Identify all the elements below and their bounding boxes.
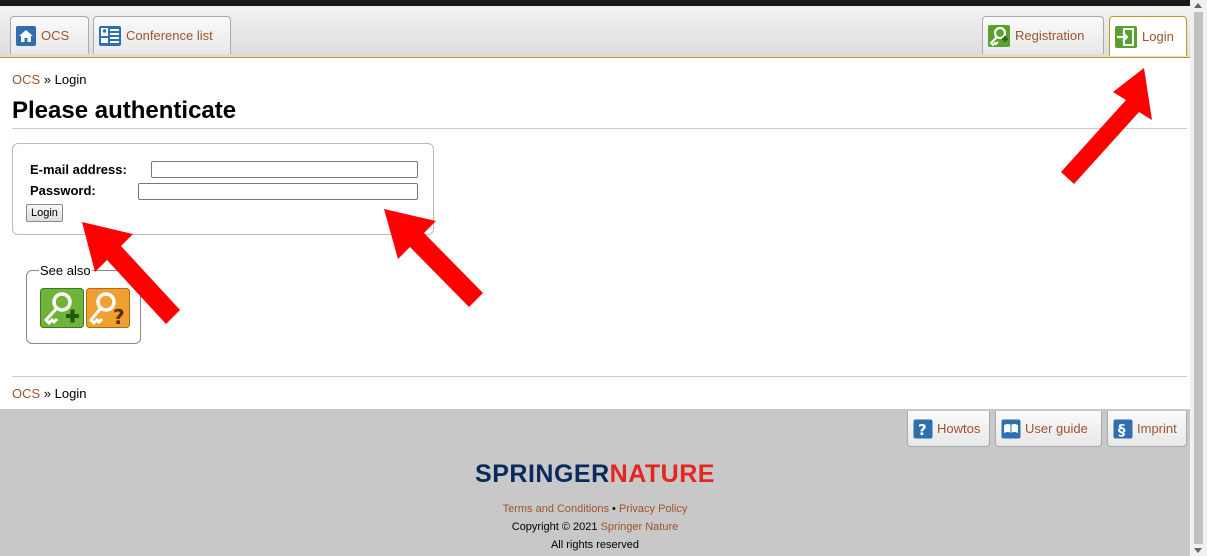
footer-legal-links: Terms and Conditions • Privacy Policy: [0, 503, 1190, 515]
tab-label: OCS: [41, 28, 70, 43]
footer-tab-label: Howtos: [937, 421, 981, 436]
breadcrumb-separator: »: [43, 72, 52, 87]
tab-label: Login: [1142, 29, 1174, 44]
content-divider: [12, 376, 1187, 377]
red-arrow-icon: [1061, 68, 1152, 184]
footer-tab-imprint[interactable]: § Imprint: [1107, 411, 1187, 447]
tab-conference-list[interactable]: Conference list: [93, 16, 231, 54]
breadcrumb-current: Login: [54, 72, 87, 87]
password-field[interactable]: [138, 183, 418, 200]
red-arrow-icon: [82, 222, 180, 324]
home-icon: [15, 25, 37, 47]
footer-tab-howtos[interactable]: ? Howtos: [907, 411, 990, 447]
red-arrow-icon: [384, 209, 483, 307]
breadcrumb-root-link[interactable]: OCS: [12, 72, 40, 87]
breadcrumb-current: Login: [54, 386, 87, 401]
svg-text:§: §: [1118, 421, 1126, 439]
footer: ? Howtos User guide § Imprint SPRINGERNA…: [0, 409, 1190, 556]
login-icon: [1114, 25, 1138, 49]
tab-registration[interactable]: Registration: [982, 16, 1104, 54]
vertical-scrollbar[interactable]: [1190, 0, 1207, 556]
footer-copyright: Copyright © 2021 Springer Nature: [0, 521, 1190, 533]
scroll-down-icon[interactable]: [1194, 548, 1202, 553]
password-label: Password:: [30, 183, 96, 198]
breadcrumb-separator: »: [43, 386, 52, 401]
page-title: Please authenticate: [12, 97, 237, 124]
registration-key-icon: [987, 24, 1011, 48]
footer-tab-label: User guide: [1025, 421, 1088, 436]
top-nav-bar: OCS Conference list Registration Login: [0, 6, 1190, 58]
tab-login[interactable]: Login: [1109, 16, 1187, 56]
conference-list-icon: [98, 25, 122, 47]
footer-bullet: •: [612, 503, 616, 515]
email-field[interactable]: [151, 161, 418, 178]
scrollbar-thumb[interactable]: [1194, 12, 1203, 544]
email-label: E-mail address:: [30, 162, 127, 177]
footer-tab-label: Imprint: [1137, 421, 1177, 436]
privacy-link[interactable]: Privacy Policy: [619, 503, 687, 515]
title-divider: [12, 128, 1187, 129]
tab-label: Conference list: [126, 28, 213, 43]
springer-nature-logo: SPRINGERNATURE: [475, 460, 715, 488]
tab-ocs-home[interactable]: OCS: [10, 16, 89, 54]
breadcrumb-bottom: OCS » Login: [12, 386, 86, 401]
terms-link[interactable]: Terms and Conditions: [503, 503, 609, 515]
scroll-up-icon[interactable]: [1194, 3, 1202, 8]
footer-tab-user-guide[interactable]: User guide: [995, 411, 1102, 447]
login-form: E-mail address: Password: Login: [12, 143, 434, 235]
breadcrumb-root-link[interactable]: OCS: [12, 386, 40, 401]
footer-rights: All rights reserved: [550, 539, 640, 551]
copyright-text: Copyright © 2021: [511, 521, 598, 533]
breadcrumb: OCS » Login: [12, 72, 86, 87]
login-button[interactable]: Login: [26, 204, 63, 222]
help-icon: ?: [913, 419, 933, 439]
tab-label: Registration: [1015, 28, 1085, 43]
book-icon: [1001, 419, 1021, 439]
paragraph-icon: §: [1113, 419, 1133, 439]
svg-text:?: ?: [918, 421, 927, 439]
springer-nature-link[interactable]: Springer Nature: [601, 521, 679, 533]
